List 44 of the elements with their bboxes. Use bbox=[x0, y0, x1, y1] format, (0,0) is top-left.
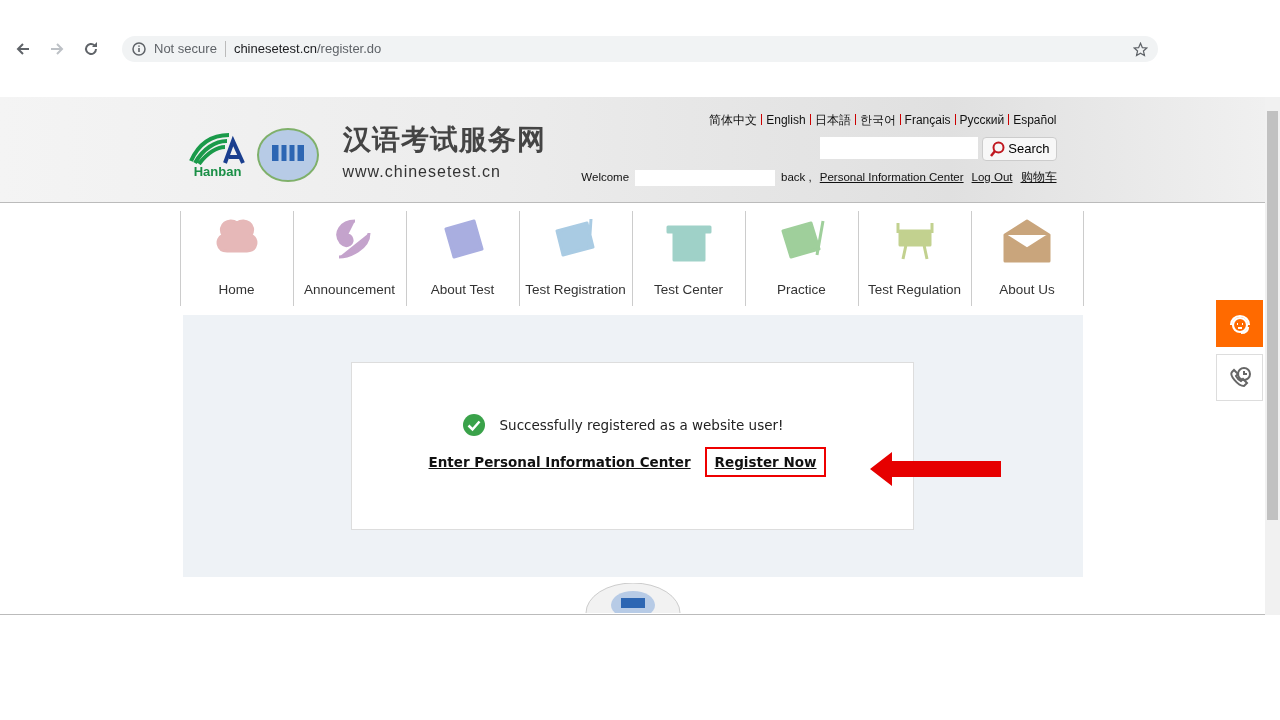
callback-button[interactable] bbox=[1216, 354, 1263, 401]
address-bar[interactable]: Not secure chinesetest.cn/register.do bbox=[122, 36, 1158, 62]
welcome-text: Welcome bbox=[581, 170, 630, 185]
language-link[interactable]: Français bbox=[904, 113, 951, 127]
language-link[interactable]: 日本語 bbox=[814, 113, 851, 127]
swoosh-logo-icon bbox=[188, 131, 247, 165]
nav-item[interactable]: About Test bbox=[405, 211, 519, 306]
url-text: chinesetest.cn/register.do bbox=[233, 40, 382, 59]
support-button[interactable] bbox=[1216, 300, 1263, 347]
header-link[interactable]: 购物车 bbox=[1020, 169, 1057, 187]
nav-item[interactable]: Home bbox=[179, 211, 293, 306]
success-message: Successfully registered as a website user! bbox=[499, 415, 784, 435]
site-url: www.chinesetest.cn bbox=[342, 161, 502, 182]
back-arrow-icon bbox=[15, 41, 31, 57]
nav-item[interactable]: Announcement bbox=[292, 211, 406, 306]
header-link[interactable]: Personal Information Center bbox=[819, 169, 964, 187]
header-link[interactable]: Log Out bbox=[971, 169, 1013, 187]
forward-arrow-icon bbox=[49, 41, 65, 57]
message-link[interactable]: Register Now bbox=[704, 447, 827, 478]
language-link[interactable]: Español bbox=[1013, 113, 1057, 127]
language-link[interactable]: English bbox=[766, 113, 806, 127]
nav-item[interactable]: Practice bbox=[744, 211, 858, 306]
check-icon bbox=[461, 413, 486, 437]
nav-item[interactable]: Test Registration bbox=[518, 211, 632, 306]
security-label: Not secure bbox=[154, 40, 217, 59]
language-link[interactable]: 한국어 bbox=[859, 113, 896, 127]
search-button[interactable]: Search bbox=[982, 137, 1057, 161]
emblem-icon bbox=[584, 583, 681, 613]
nav-item[interactable]: Test Center bbox=[631, 211, 745, 306]
site-title: 汉语考试服务网 bbox=[342, 125, 546, 154]
scrollbar[interactable] bbox=[1265, 97, 1280, 615]
welcome-text: back , bbox=[781, 170, 812, 185]
reload-icon bbox=[83, 41, 99, 57]
star-icon[interactable] bbox=[1133, 41, 1148, 57]
logo-text: Hanban bbox=[193, 165, 242, 178]
nav-item[interactable]: Test Regulation bbox=[857, 211, 971, 306]
search-icon bbox=[989, 141, 1006, 157]
language-link[interactable]: 简体中文 bbox=[709, 113, 758, 127]
info-icon[interactable] bbox=[132, 42, 146, 56]
language-link[interactable]: Русский bbox=[959, 113, 1005, 127]
search-field[interactable] bbox=[820, 137, 979, 159]
scrollbar-thumb[interactable] bbox=[1267, 111, 1278, 520]
nav-item[interactable]: About Us bbox=[970, 211, 1084, 306]
message-link[interactable]: Enter Personal Information Center bbox=[418, 447, 701, 478]
